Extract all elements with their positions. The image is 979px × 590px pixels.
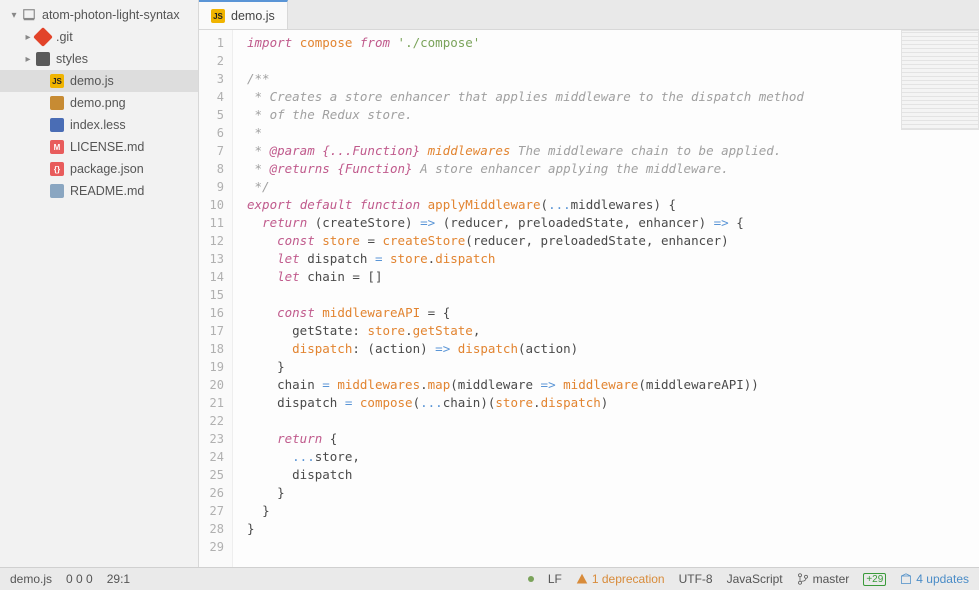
tree-item-file[interactable]: ▸ demo.png xyxy=(0,92,198,114)
tree-root[interactable]: ▾ atom-photon-light-syntax xyxy=(0,4,198,26)
status-dot xyxy=(528,576,534,582)
tree-item-file[interactable]: ▸ M LICENSE.md xyxy=(0,136,198,158)
tree-root-label: atom-photon-light-syntax xyxy=(42,8,180,22)
tab-demo-js[interactable]: JS demo.js xyxy=(199,0,288,29)
main-area: ▾ atom-photon-light-syntax ▸ .git ▸ styl… xyxy=(0,0,979,567)
js-file-icon: JS xyxy=(48,74,66,88)
tree-item-file[interactable]: ▸ index.less xyxy=(0,114,198,136)
tree-item-label: LICENSE.md xyxy=(70,140,144,154)
line-number-gutter: 1234567891011121314151617181920212223242… xyxy=(199,30,233,567)
status-bar: demo.js 0 0 0 29:1 LF 1 deprecation UTF-… xyxy=(0,567,979,590)
tree-item-label: demo.png xyxy=(70,96,126,110)
tree-item-folder[interactable]: ▸ styles xyxy=(0,48,198,70)
js-file-icon: JS xyxy=(211,8,225,24)
status-encoding[interactable]: UTF-8 xyxy=(679,572,713,586)
status-language[interactable]: JavaScript xyxy=(727,572,783,586)
status-file[interactable]: demo.js xyxy=(10,572,52,586)
folder-icon xyxy=(34,52,52,66)
git-icon xyxy=(34,30,52,44)
chevron-right-icon: ▸ xyxy=(22,54,34,65)
tab-bar: JS demo.js xyxy=(199,0,979,30)
status-eol[interactable]: LF xyxy=(548,572,562,586)
tree-item-file[interactable]: ▸ README.md xyxy=(0,180,198,202)
tree-item-label: styles xyxy=(56,52,88,66)
status-branch[interactable]: master xyxy=(797,572,850,586)
tree-item-label: demo.js xyxy=(70,74,114,88)
status-deprecations[interactable]: 1 deprecation xyxy=(576,572,665,586)
status-updates[interactable]: 4 updates xyxy=(900,572,969,586)
readme-file-icon xyxy=(48,184,66,198)
tree-item-file[interactable]: ▸ {} package.json xyxy=(0,158,198,180)
tree-item-file[interactable]: ▸ JS demo.js xyxy=(0,70,198,92)
markdown-file-icon: M xyxy=(48,140,66,154)
editor-body[interactable]: 1234567891011121314151617181920212223242… xyxy=(199,30,979,567)
image-file-icon xyxy=(48,96,66,110)
git-branch-icon xyxy=(797,573,809,585)
status-counts[interactable]: 0 0 0 xyxy=(66,572,93,586)
package-icon xyxy=(900,573,912,585)
less-file-icon xyxy=(48,118,66,132)
tab-label: demo.js xyxy=(231,9,275,23)
tree-item-git[interactable]: ▸ .git xyxy=(0,26,198,48)
status-git-additions[interactable]: +29 xyxy=(863,573,886,586)
editor-area: JS demo.js 12345678910111213141516171819… xyxy=(199,0,979,567)
code-content[interactable]: import compose from './compose' /** * Cr… xyxy=(233,30,979,567)
status-cursor[interactable]: 29:1 xyxy=(107,572,130,586)
repo-icon xyxy=(20,8,38,22)
tree-item-label: .git xyxy=(56,30,73,44)
tree-item-label: README.md xyxy=(70,184,144,198)
json-file-icon: {} xyxy=(48,162,66,176)
file-tree-sidebar: ▾ atom-photon-light-syntax ▸ .git ▸ styl… xyxy=(0,0,199,567)
warning-icon xyxy=(576,573,588,585)
tree-item-label: index.less xyxy=(70,118,126,132)
chevron-right-icon: ▸ xyxy=(22,32,34,43)
tree-item-label: package.json xyxy=(70,162,144,176)
chevron-down-icon: ▾ xyxy=(8,10,20,21)
minimap[interactable] xyxy=(901,30,979,130)
